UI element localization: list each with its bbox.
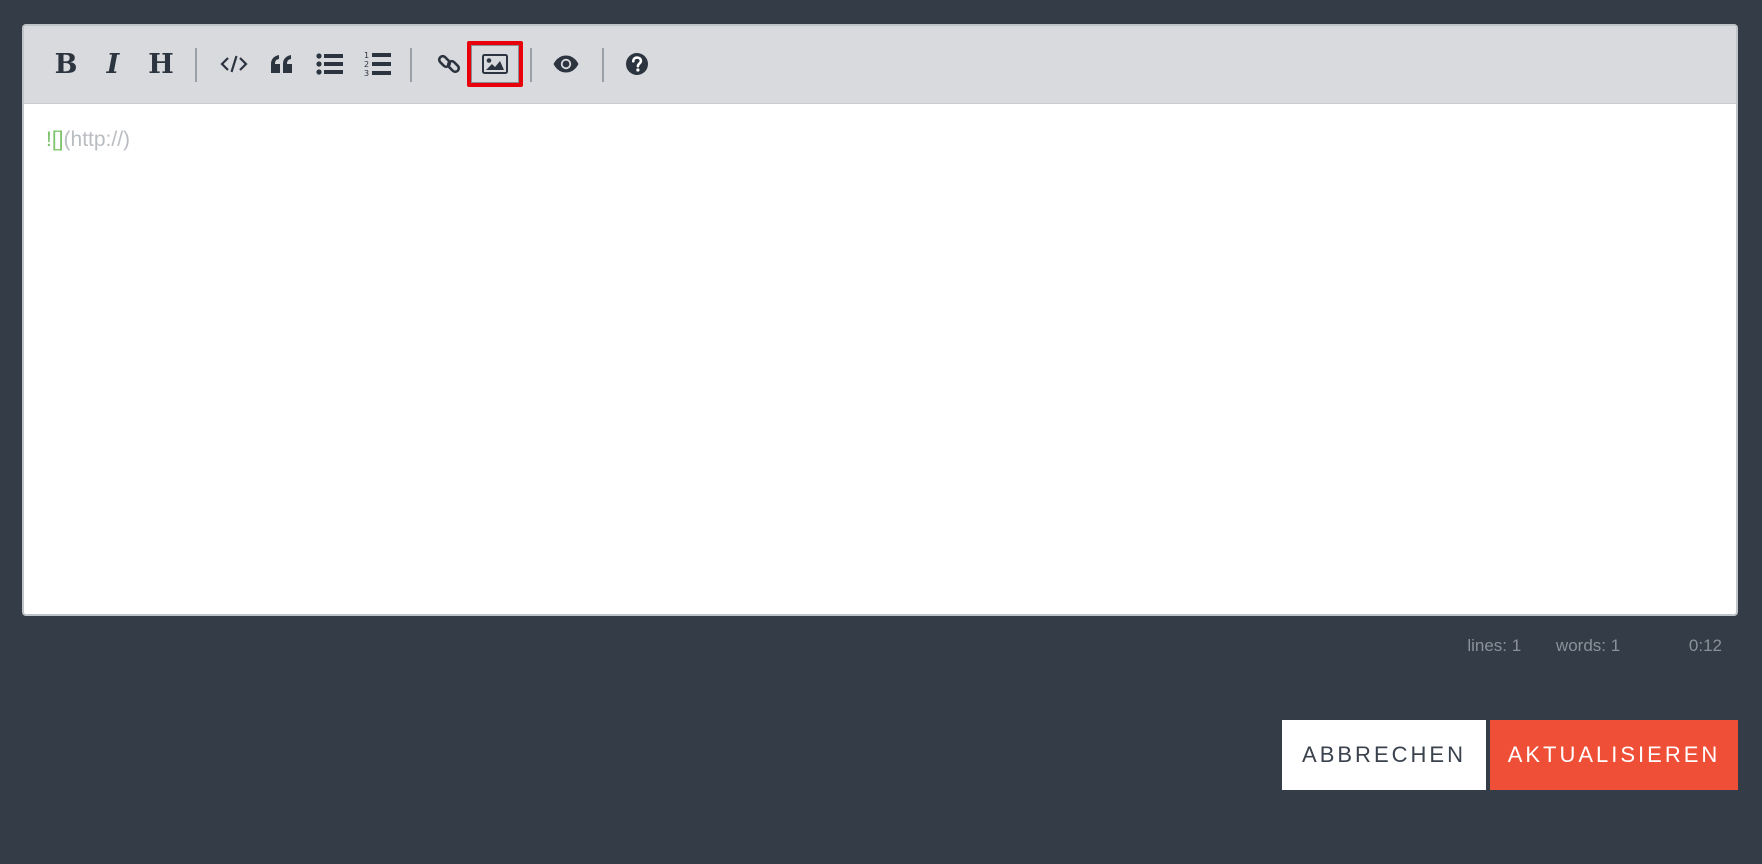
svg-text:1: 1 — [364, 51, 369, 60]
cursor-position: 0:12 — [1688, 636, 1722, 655]
help-button[interactable] — [615, 43, 659, 85]
line-count: lines: 1 — [1467, 636, 1522, 655]
italic-icon: I — [106, 48, 120, 80]
link-button[interactable] — [427, 43, 471, 85]
quote-icon — [271, 55, 292, 73]
code-icon — [220, 55, 248, 73]
word-count: words: 1 — [1555, 636, 1621, 655]
image-button[interactable] — [467, 41, 523, 87]
editor-status-bar: lines: 1 words: 1 0:12 — [1467, 636, 1722, 656]
update-button[interactable]: AKTUALISIEREN — [1490, 720, 1738, 790]
code-button[interactable] — [212, 43, 256, 85]
help-icon — [626, 53, 648, 75]
heading-icon: H — [148, 48, 174, 80]
preview-eye-icon — [553, 55, 579, 73]
unordered-list-button[interactable] — [308, 43, 352, 85]
image-icon — [482, 54, 508, 74]
toolbar-divider — [530, 48, 532, 82]
quote-button[interactable] — [260, 43, 304, 85]
heading-button[interactable]: H — [139, 43, 183, 85]
unordered-list-icon — [316, 53, 343, 75]
markdown-editor: B I H 1 2 3 ![](http://) — [22, 24, 1738, 616]
editor-content[interactable]: ![](http://) — [24, 104, 1736, 614]
bold-button[interactable]: B — [44, 43, 88, 85]
editor-toolbar: B I H 1 2 3 — [24, 26, 1736, 104]
markdown-image-url: (http://) — [63, 128, 131, 151]
ordered-list-icon: 1 2 3 — [364, 51, 391, 77]
bold-icon: B — [54, 48, 78, 80]
cancel-button[interactable]: ABBRECHEN — [1282, 720, 1486, 790]
preview-button[interactable] — [544, 43, 588, 85]
ordered-list-button[interactable]: 1 2 3 — [356, 43, 400, 85]
svg-text:2: 2 — [364, 60, 369, 69]
svg-text:3: 3 — [364, 69, 369, 77]
italic-button[interactable]: I — [91, 43, 135, 85]
toolbar-divider — [410, 48, 412, 82]
toolbar-divider — [195, 48, 197, 82]
link-icon — [437, 54, 461, 74]
toolbar-divider — [602, 48, 604, 82]
markdown-image-alt: [] — [51, 128, 64, 151]
